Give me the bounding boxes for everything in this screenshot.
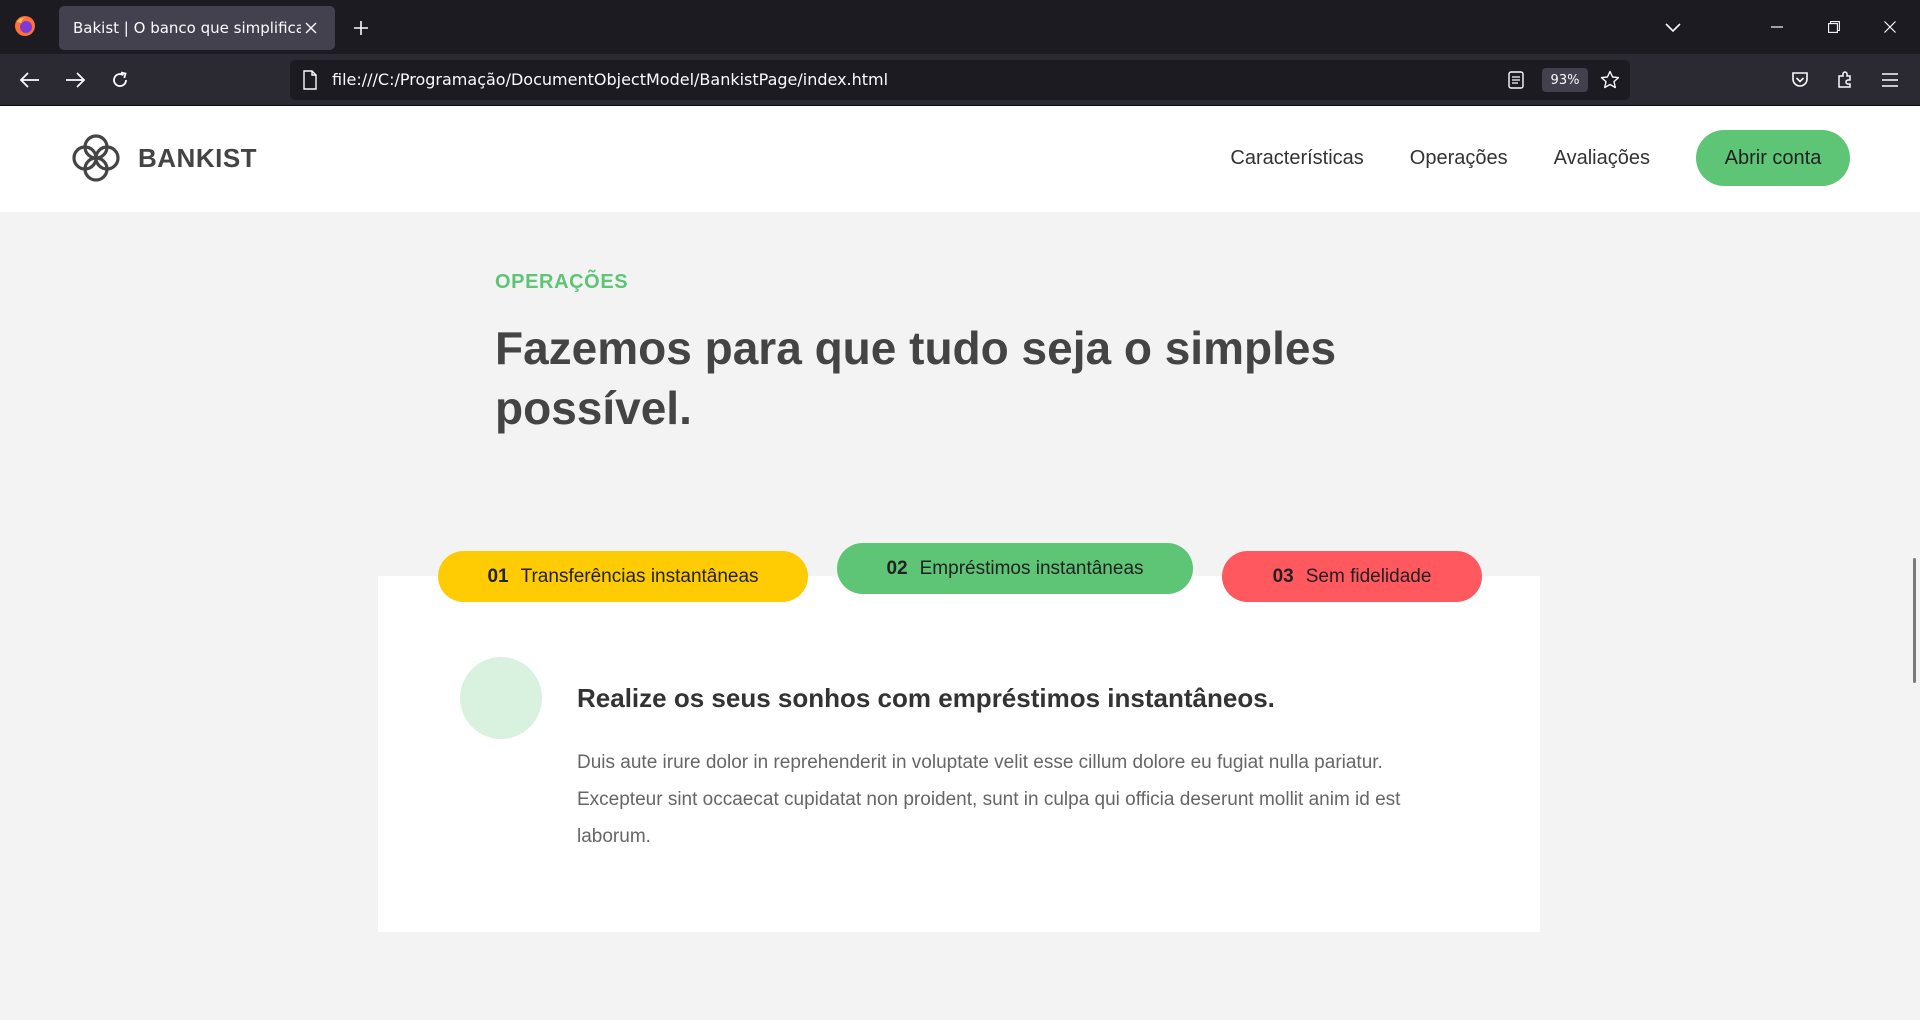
minimize-window-icon[interactable] bbox=[1749, 0, 1805, 54]
operation-icon-circle bbox=[460, 657, 542, 739]
firefox-logo-icon bbox=[15, 16, 35, 36]
tab-title: Bakist | O banco que simplifica bbox=[73, 19, 301, 37]
nav-link-features[interactable]: Características bbox=[1230, 147, 1363, 170]
browser-tab-active[interactable]: Bakist | O banco que simplifica bbox=[59, 6, 335, 50]
extensions-puzzle-icon[interactable] bbox=[1828, 63, 1862, 97]
tab-number: 01 bbox=[487, 565, 509, 587]
page-scrollbar-thumb[interactable] bbox=[1913, 558, 1916, 683]
restore-window-icon[interactable] bbox=[1806, 0, 1862, 54]
operation-heading: Realize os seus sonhos com empréstimos i… bbox=[577, 683, 1275, 713]
tab-label: Sem fidelidade bbox=[1305, 565, 1432, 587]
site-header: BANKIST Características Operações Avalia… bbox=[0, 106, 1920, 212]
url-text[interactable]: file:///C:/Programação/DocumentObjectMod… bbox=[332, 60, 888, 100]
close-window-icon[interactable] bbox=[1862, 0, 1918, 54]
reader-view-icon[interactable] bbox=[1508, 71, 1524, 89]
pocket-icon[interactable] bbox=[1783, 63, 1817, 97]
tab-label: Empréstimos instantâneas bbox=[919, 557, 1144, 579]
nav-link-testimonials[interactable]: Avaliações bbox=[1554, 147, 1650, 170]
forward-arrow-icon[interactable] bbox=[58, 63, 92, 97]
new-tab-plus-icon[interactable] bbox=[346, 14, 376, 42]
open-account-button[interactable]: Abrir conta bbox=[1696, 130, 1850, 186]
operations-tab-no-commitment[interactable]: 03 Sem fidelidade bbox=[1222, 551, 1482, 602]
browser-tab-strip: Bakist | O banco que simplifica bbox=[0, 0, 1920, 54]
nav-link-operations[interactable]: Operações bbox=[1410, 147, 1508, 170]
reload-icon[interactable] bbox=[103, 63, 137, 97]
operations-tab-transfers[interactable]: 01 Transferências instantâneas bbox=[438, 551, 808, 602]
zoom-level-badge[interactable]: 93% bbox=[1542, 68, 1588, 92]
section-title: Fazemos para que tudo seja o simples pos… bbox=[495, 322, 1337, 434]
bankist-logo-icon bbox=[72, 134, 120, 182]
tab-label: Transferências instantâneas bbox=[520, 565, 759, 587]
section-label: OPERAÇÕES bbox=[495, 271, 629, 293]
browser-toolbar: file:///C:/Programação/DocumentObjectMod… bbox=[0, 54, 1920, 106]
main-nav: Características Operações Avaliações Abr… bbox=[1230, 130, 1850, 186]
list-all-tabs-chevron-down-icon[interactable] bbox=[1658, 14, 1688, 42]
close-tab-icon[interactable] bbox=[301, 18, 321, 38]
operation-description: Duis aute irure dolor in reprehenderit i… bbox=[577, 752, 1401, 847]
tab-number: 03 bbox=[1272, 565, 1294, 587]
tab-number: 02 bbox=[886, 557, 908, 579]
application-menu-hamburger-icon[interactable] bbox=[1873, 63, 1907, 97]
back-arrow-icon[interactable] bbox=[13, 63, 47, 97]
brand-logo[interactable]: BANKIST bbox=[68, 130, 257, 186]
bookmark-star-icon[interactable] bbox=[1600, 70, 1620, 90]
url-bar[interactable]: file:///C:/Programação/DocumentObjectMod… bbox=[290, 60, 1630, 100]
brand-name: BANKIST bbox=[138, 142, 258, 173]
page-file-icon bbox=[303, 70, 317, 90]
operations-tab-loans[interactable]: 02 Empréstimos instantâneas bbox=[837, 543, 1193, 594]
